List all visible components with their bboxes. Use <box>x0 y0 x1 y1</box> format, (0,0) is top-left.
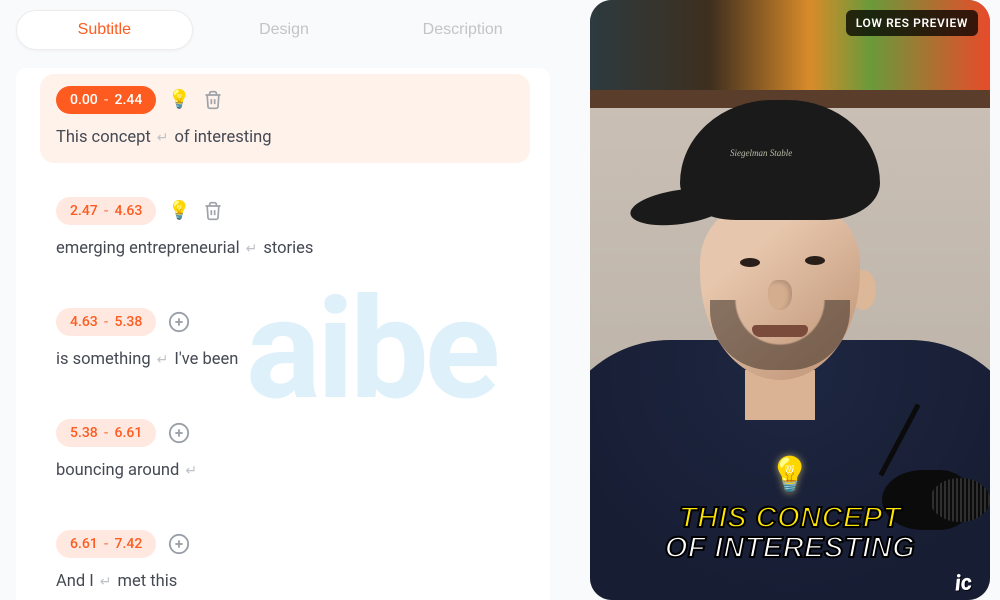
time-separator: - <box>104 203 109 219</box>
editor-panel: Subtitle Design Description aibe 0.00 - … <box>16 0 550 600</box>
time-range-pill[interactable]: 4.63 - 5.38 <box>56 308 156 336</box>
lightbulb-icon[interactable]: 💡 <box>168 91 190 109</box>
caption-line-highlight: THIS CONCEPT <box>590 503 990 534</box>
line-break-icon[interactable]: ↵ <box>246 241 258 257</box>
preview-quality-badge: LOW RES PREVIEW <box>846 10 978 36</box>
add-icon[interactable] <box>168 422 190 444</box>
card-header: 0.00 - 2.44 💡 <box>56 86 514 114</box>
caption-lightbulb-icon: 💡 <box>590 455 990 495</box>
time-start: 6.61 <box>70 536 98 552</box>
text-part[interactable]: emerging entrepreneurial <box>56 239 240 258</box>
subtitle-card[interactable]: 4.63 - 5.38 is something ↵ I've been <box>40 296 530 385</box>
cap-embroidery-text: Siegelman Stable <box>730 148 792 158</box>
time-end: 5.38 <box>115 314 143 330</box>
tab-description[interactable]: Description <box>375 11 550 49</box>
lightbulb-icon[interactable]: 💡 <box>168 202 190 220</box>
text-part[interactable]: bouncing around <box>56 461 179 480</box>
time-range-pill[interactable]: 5.38 - 6.61 <box>56 419 156 447</box>
text-part[interactable]: is something <box>56 350 151 369</box>
time-end: 4.63 <box>115 203 143 219</box>
time-separator: - <box>104 92 109 108</box>
time-end: 7.42 <box>115 536 143 552</box>
delete-icon[interactable] <box>203 201 223 221</box>
subtitle-text[interactable]: emerging entrepreneurial ↵ stories <box>56 239 514 258</box>
time-range-pill[interactable]: 0.00 - 2.44 <box>56 86 156 114</box>
line-break-icon[interactable]: ↵ <box>157 352 169 368</box>
time-end: 2.44 <box>115 92 143 108</box>
tab-design[interactable]: Design <box>197 11 372 49</box>
time-start: 4.63 <box>70 314 98 330</box>
line-break-icon[interactable]: ↵ <box>157 130 169 146</box>
caption-overlay: 💡 THIS CONCEPT OF INTERESTING <box>590 455 990 564</box>
add-icon[interactable] <box>168 533 190 555</box>
text-part[interactable]: stories <box>263 239 313 258</box>
time-start: 0.00 <box>70 92 98 108</box>
time-start: 2.47 <box>70 203 98 219</box>
time-start: 5.38 <box>70 425 98 441</box>
subtitle-text[interactable]: This concept ↵ of interesting <box>56 128 514 147</box>
subtitle-list[interactable]: aibe 0.00 - 2.44 💡 This concept ↵ of int… <box>16 68 550 600</box>
text-part[interactable]: This concept <box>56 128 151 147</box>
card-header: 5.38 - 6.61 <box>56 419 514 447</box>
subtitle-text[interactable]: is something ↵ I've been <box>56 350 514 369</box>
subtitle-card[interactable]: 5.38 - 6.61 bouncing around ↵ <box>40 407 530 496</box>
corner-watermark: ic <box>954 570 973 596</box>
time-separator: - <box>104 314 109 330</box>
preview-person-face: Siegelman Stable <box>650 130 910 430</box>
subtitle-card[interactable]: 2.47 - 4.63 💡 emerging entrepreneurial ↵… <box>40 185 530 274</box>
line-break-icon[interactable]: ↵ <box>185 463 197 479</box>
text-part[interactable]: I've been <box>174 350 238 369</box>
delete-icon[interactable] <box>203 90 223 110</box>
card-header: 2.47 - 4.63 💡 <box>56 197 514 225</box>
time-range-pill[interactable]: 2.47 - 4.63 <box>56 197 156 225</box>
text-part[interactable]: of interesting <box>175 128 272 147</box>
time-end: 6.61 <box>115 425 143 441</box>
add-icon[interactable] <box>168 311 190 333</box>
card-header: 6.61 - 7.42 <box>56 530 514 558</box>
time-range-pill[interactable]: 6.61 - 7.42 <box>56 530 156 558</box>
card-header: 4.63 - 5.38 <box>56 308 514 336</box>
subtitle-text[interactable]: bouncing around ↵ <box>56 461 514 480</box>
line-break-icon[interactable]: ↵ <box>100 574 112 590</box>
tab-subtitle[interactable]: Subtitle <box>16 10 193 50</box>
text-part[interactable]: met this <box>118 572 178 591</box>
caption-line: OF INTERESTING <box>590 533 990 564</box>
time-separator: - <box>104 425 109 441</box>
subtitle-text[interactable]: And I ↵ met this <box>56 572 514 591</box>
time-separator: - <box>104 536 109 552</box>
video-preview[interactable]: LOW RES PREVIEW Siegelman Stable 💡 THIS … <box>590 0 990 600</box>
text-part[interactable]: And I <box>56 572 94 591</box>
tab-bar: Subtitle Design Description <box>16 0 550 68</box>
subtitle-card[interactable]: 6.61 - 7.42 And I ↵ met this <box>40 518 530 600</box>
subtitle-card[interactable]: 0.00 - 2.44 💡 This concept ↵ of interest… <box>40 74 530 163</box>
